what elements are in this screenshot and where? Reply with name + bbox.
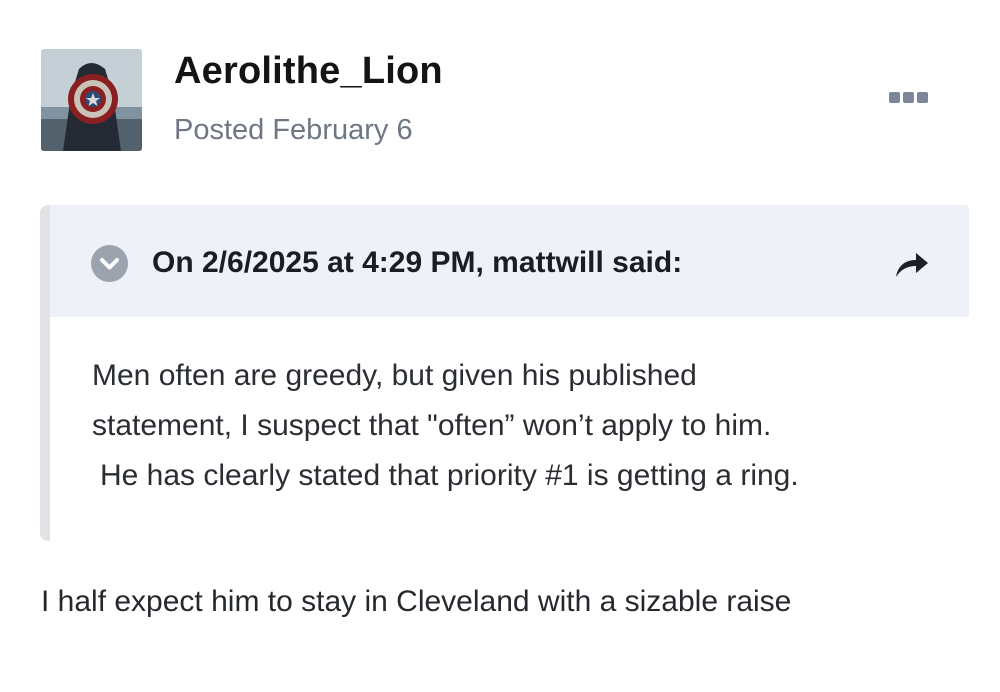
- quote-body: Men often are greedy, but given his publ…: [92, 351, 932, 501]
- quote-citation: On 2/6/2025 at 4:29 PM, mattwill said:: [152, 246, 683, 279]
- more-options-icon: [888, 91, 900, 103]
- post-timestamp[interactable]: Posted February 6: [174, 110, 413, 150]
- more-options-icon-dot: [902, 91, 914, 103]
- more-options-button[interactable]: [882, 84, 934, 110]
- quote-line: He has clearly stated that priority #1 i…: [100, 459, 799, 492]
- chevron-down-icon: [100, 258, 119, 270]
- quote-line: statement, I suspect that "often” won’t …: [92, 409, 772, 442]
- author-avatar[interactable]: [41, 49, 142, 151]
- quote-block: On 2/6/2025 at 4:29 PM, mattwill said: M…: [40, 205, 969, 541]
- quote-source-link[interactable]: [892, 249, 932, 281]
- quote-header: On 2/6/2025 at 4:29 PM, mattwill said:: [50, 205, 969, 317]
- quote-collapse-toggle[interactable]: [91, 245, 128, 282]
- shield-hero-avatar-icon: [41, 49, 142, 151]
- author-name[interactable]: Aerolithe_Lion: [174, 46, 443, 96]
- share-arrow-icon: [896, 253, 928, 277]
- post-body-text: I half expect him to stay in Cleveland w…: [41, 585, 792, 618]
- more-options-icon-dot: [916, 91, 928, 103]
- quote-line: Men often are greedy, but given his publ…: [92, 359, 697, 392]
